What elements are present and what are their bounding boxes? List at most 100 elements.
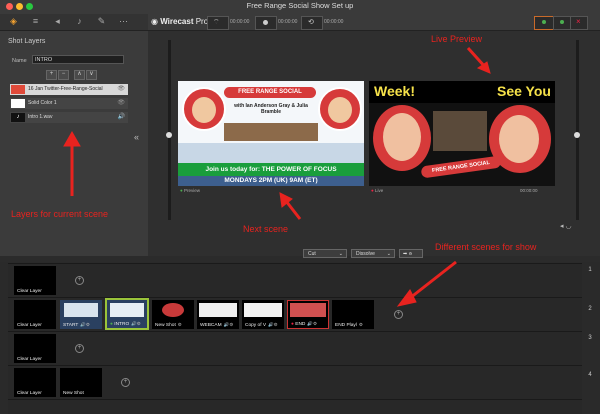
add-shot-button[interactable]: +: [75, 276, 84, 285]
shot-tile[interactable]: Clear Layer: [14, 266, 56, 295]
speaker-icon[interactable]: 🔊⚙: [224, 322, 234, 327]
row-number: 4: [588, 372, 592, 378]
shot-label: Clear Layer: [17, 391, 42, 396]
live-volume-knob[interactable]: [574, 132, 580, 138]
row-number: 3: [588, 335, 592, 341]
replay-timecode: 00:00:00: [324, 19, 344, 25]
stream-timecode: 00:00:00: [230, 19, 250, 25]
settings-icon[interactable]: ⚙: [359, 322, 363, 327]
annotation-next-scene: Next scene: [243, 224, 289, 234]
add-layer-button[interactable]: +: [46, 70, 57, 80]
wifi-icon: ⌔: [213, 19, 220, 26]
speaker-icon[interactable]: 🔊⚙: [131, 321, 141, 326]
shot-label: Clear Layer: [17, 323, 42, 328]
audio-monitor-icon[interactable]: ◂ ◡: [560, 222, 572, 230]
shot-tile[interactable]: START 🔊⚙: [60, 300, 102, 329]
window-titlebar: Free Range Social Show Set up: [0, 0, 600, 15]
record-button[interactable]: [255, 16, 277, 30]
add-shot-button[interactable]: +: [121, 378, 130, 387]
shot-tile[interactable]: END Playl ⚙: [332, 300, 374, 329]
shot-label-text: END Playl: [335, 323, 357, 328]
shot-tile[interactable]: New Shot: [60, 368, 102, 397]
settings-icon[interactable]: ⚙: [178, 322, 182, 327]
live-timecode: 00:00:00: [520, 188, 538, 193]
shot-tile-live[interactable]: ● END 🔊⚙: [287, 300, 329, 329]
layout-button-2[interactable]: [553, 16, 571, 30]
layer-item[interactable]: 16 Jan Twitter-Free-Range-Social 👁: [10, 84, 128, 95]
shot-tile[interactable]: Clear Layer: [14, 368, 56, 397]
brand-name: Wirecast: [160, 17, 194, 26]
panel-title: Shot Layers: [8, 38, 46, 45]
layer-thumbnail: [11, 99, 25, 108]
layer-item[interactable]: ♪ Intro 1.wav 🔊: [10, 112, 128, 123]
shot-row: 2 Clear Layer START 🔊⚙ ● INTRO 🔊⚙ New Shot…: [8, 297, 592, 332]
audio-icon[interactable]: ◂: [52, 16, 63, 27]
list-icon[interactable]: ≡: [30, 16, 41, 27]
live-week-text: Week!: [374, 83, 415, 99]
face-shape: [192, 97, 216, 123]
visibility-icon[interactable]: 👁: [117, 84, 125, 95]
window-title: Free Range Social Show Set up: [246, 1, 354, 10]
layer-thumbnail: [11, 85, 25, 94]
move-down-button[interactable]: ∨: [86, 70, 97, 80]
speaker-icon[interactable]: 🔊: [118, 112, 125, 123]
live-show-banner: FREE RANGE SOCIAL: [420, 155, 502, 179]
live-volume-track[interactable]: [576, 40, 579, 220]
layers-icon[interactable]: ◈: [8, 16, 19, 27]
more-icon[interactable]: ⋯: [118, 16, 129, 27]
speaker-icon[interactable]: 🔊⚙: [307, 321, 317, 326]
live-label-text: Live: [374, 188, 384, 193]
layout-button-1[interactable]: [534, 16, 554, 30]
face-shape: [328, 97, 352, 123]
preview-label: ● Preview: [180, 188, 200, 193]
shot-label: Clear Layer: [17, 357, 42, 362]
replay-button[interactable]: ⟲: [301, 16, 323, 30]
speaker-icon[interactable]: 🔊⚙: [80, 322, 90, 327]
left-toolbar: ◈ ≡ ◂ ♪ ✎ ⋯: [0, 14, 148, 31]
cows-graphic: [224, 123, 318, 141]
live-seeyou-text: See You: [497, 83, 551, 99]
remove-layer-button[interactable]: −: [58, 70, 69, 80]
shot-tile[interactable]: Clear Layer: [14, 300, 56, 329]
collapse-panel-icon[interactable]: «: [134, 132, 139, 142]
add-shot-button[interactable]: +: [394, 310, 403, 319]
move-up-button[interactable]: ∧: [74, 70, 85, 80]
shot-tile-active[interactable]: ● INTRO 🔊⚙: [105, 298, 149, 330]
shot-tile[interactable]: Clear Layer: [14, 334, 56, 363]
annotation-live-preview: Live Preview: [431, 34, 483, 44]
shot-tile[interactable]: New Shot ⚙: [152, 300, 194, 329]
stream-button[interactable]: ⌔: [207, 16, 229, 30]
visibility-icon[interactable]: 👁: [117, 98, 125, 109]
shot-row: 1 Clear Layer +: [8, 263, 592, 297]
add-shot-button[interactable]: +: [75, 344, 84, 353]
audio-file-icon: ♪: [11, 113, 25, 122]
join-banner: Join us today for: THE POWER OF FOCUS: [178, 163, 364, 176]
preview-volume-knob[interactable]: [166, 132, 172, 138]
speaker-icon[interactable]: 🔊⚙: [268, 322, 278, 327]
transition-select[interactable]: Dissolve ⌄: [351, 249, 395, 258]
layer-item[interactable]: Solid Color 1 👁: [10, 98, 128, 109]
shot-thumbnail: [199, 303, 237, 317]
shot-label: New Shot: [63, 391, 84, 396]
preview-monitor[interactable]: FREE RANGE SOCIAL with Ian Anderson Gray…: [178, 81, 364, 186]
mic-icon[interactable]: ♪: [74, 16, 85, 27]
edit-icon[interactable]: ✎: [96, 16, 107, 27]
shot-label-text: Copy of V: [245, 323, 267, 328]
host-photo-left: [182, 87, 226, 131]
layer-label: Solid Color 1: [28, 100, 57, 106]
layer-label: 16 Jan Twitter-Free-Range-Social: [28, 86, 103, 92]
shot-thumbnail: [64, 303, 98, 317]
shot-label-text: START: [63, 323, 79, 328]
cut-select[interactable]: Cut ⌄: [303, 249, 347, 258]
show-banner: FREE RANGE SOCIAL: [224, 87, 316, 98]
brand-edition: Pro: [193, 17, 209, 26]
preview-volume-track[interactable]: [168, 40, 171, 220]
live-dot-icon: ●: [371, 188, 374, 193]
go-button[interactable]: ➡ ⚙: [399, 249, 423, 258]
shot-tile[interactable]: Copy of V 🔊⚙: [242, 300, 284, 329]
live-monitor[interactable]: Week! See You FREE RANGE SOCIAL: [369, 81, 555, 186]
shot-name-input[interactable]: INTRO: [32, 55, 124, 64]
shot-label: Copy of V 🔊⚙: [245, 322, 278, 328]
layout-button-3[interactable]: ×: [570, 16, 588, 30]
shot-tile[interactable]: WEBCAM 🔊⚙: [197, 300, 239, 329]
